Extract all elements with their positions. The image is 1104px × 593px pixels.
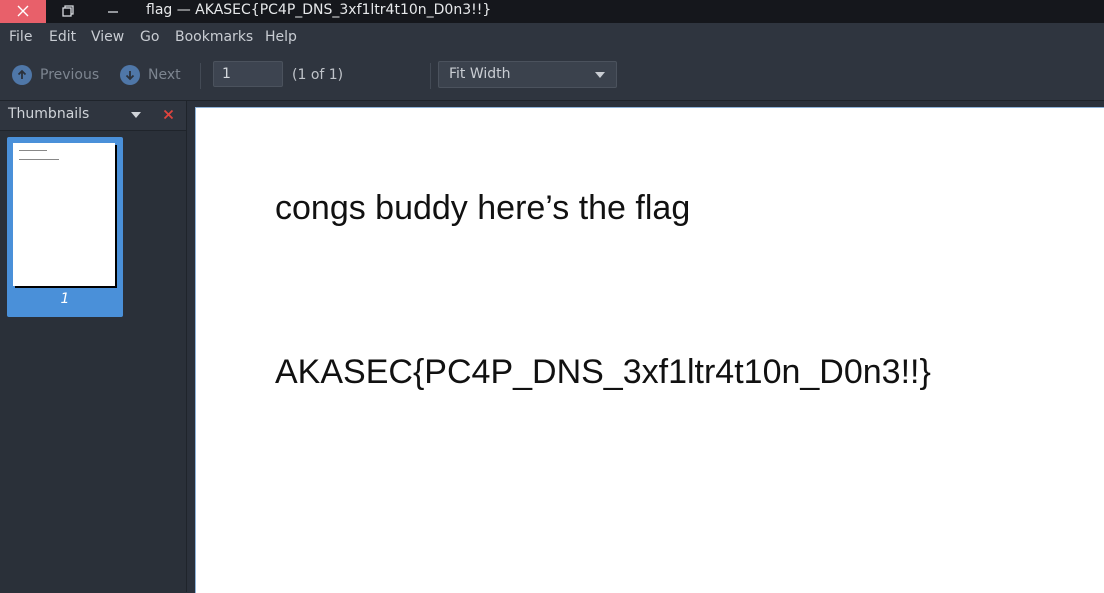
close-icon xyxy=(17,5,29,17)
document-page: congs buddy here’s the flag AKASEC{PC4P_… xyxy=(195,107,1104,593)
sidebar-dropdown-icon[interactable] xyxy=(131,112,141,118)
next-label: Next xyxy=(148,67,181,83)
thumbnail-page-label: 1 xyxy=(60,291,70,307)
document-view[interactable]: congs buddy here’s the flag AKASEC{PC4P_… xyxy=(193,101,1104,593)
menu-bookmarks[interactable]: Bookmarks xyxy=(175,29,253,46)
restore-icon xyxy=(62,5,74,17)
thumbnail-text-line xyxy=(19,150,47,151)
next-page-button[interactable]: Next xyxy=(120,64,181,86)
restore-window-button[interactable] xyxy=(60,3,76,19)
thumbnails-panel: 1 xyxy=(0,130,186,593)
arrow-down-icon xyxy=(120,65,140,85)
zoom-select[interactable]: Fit Width xyxy=(438,61,617,88)
minimize-window-button[interactable] xyxy=(105,3,121,19)
previous-page-button[interactable]: Previous xyxy=(12,64,99,86)
page-count: (1 of 1) xyxy=(292,67,344,83)
page-number-input[interactable]: 1 xyxy=(213,61,283,87)
previous-label: Previous xyxy=(40,67,100,83)
menu-help[interactable]: Help xyxy=(265,29,297,46)
toolbar-separator xyxy=(200,63,201,89)
dropdown-arrow-icon xyxy=(595,72,605,78)
sidebar-close-icon[interactable] xyxy=(163,109,174,120)
arrow-up-icon xyxy=(12,65,32,85)
document-text-line: congs buddy here’s the flag xyxy=(275,189,691,227)
menu-edit[interactable]: Edit xyxy=(49,29,76,46)
minimize-icon xyxy=(108,11,118,13)
menu-bar: File Edit View Go Bookmarks Help xyxy=(0,23,1104,52)
thumbnail-text-line xyxy=(19,159,59,160)
window-title: flag — AKASEC{PC4P_DNS_3xf1ltr4t10n_D0n3… xyxy=(146,2,492,18)
zoom-value: Fit Width xyxy=(449,66,511,82)
close-window-button[interactable] xyxy=(0,0,46,23)
toolbar-separator xyxy=(430,63,431,89)
menu-view[interactable]: View xyxy=(91,29,124,46)
sidebar: Thumbnails 1 xyxy=(0,101,187,593)
menu-go[interactable]: Go xyxy=(140,29,159,46)
menu-file[interactable]: File xyxy=(9,29,32,46)
thumbnail-preview xyxy=(13,143,115,286)
title-bar: flag — AKASEC{PC4P_DNS_3xf1ltr4t10n_D0n3… xyxy=(0,0,1104,23)
document-flag-text: AKASEC{PC4P_DNS_3xf1ltr4t10n_D0n3!!} xyxy=(275,353,931,391)
sidebar-title[interactable]: Thumbnails xyxy=(8,106,89,122)
sidebar-header: Thumbnails xyxy=(0,101,186,129)
thumbnail-page-1[interactable]: 1 xyxy=(7,137,123,317)
